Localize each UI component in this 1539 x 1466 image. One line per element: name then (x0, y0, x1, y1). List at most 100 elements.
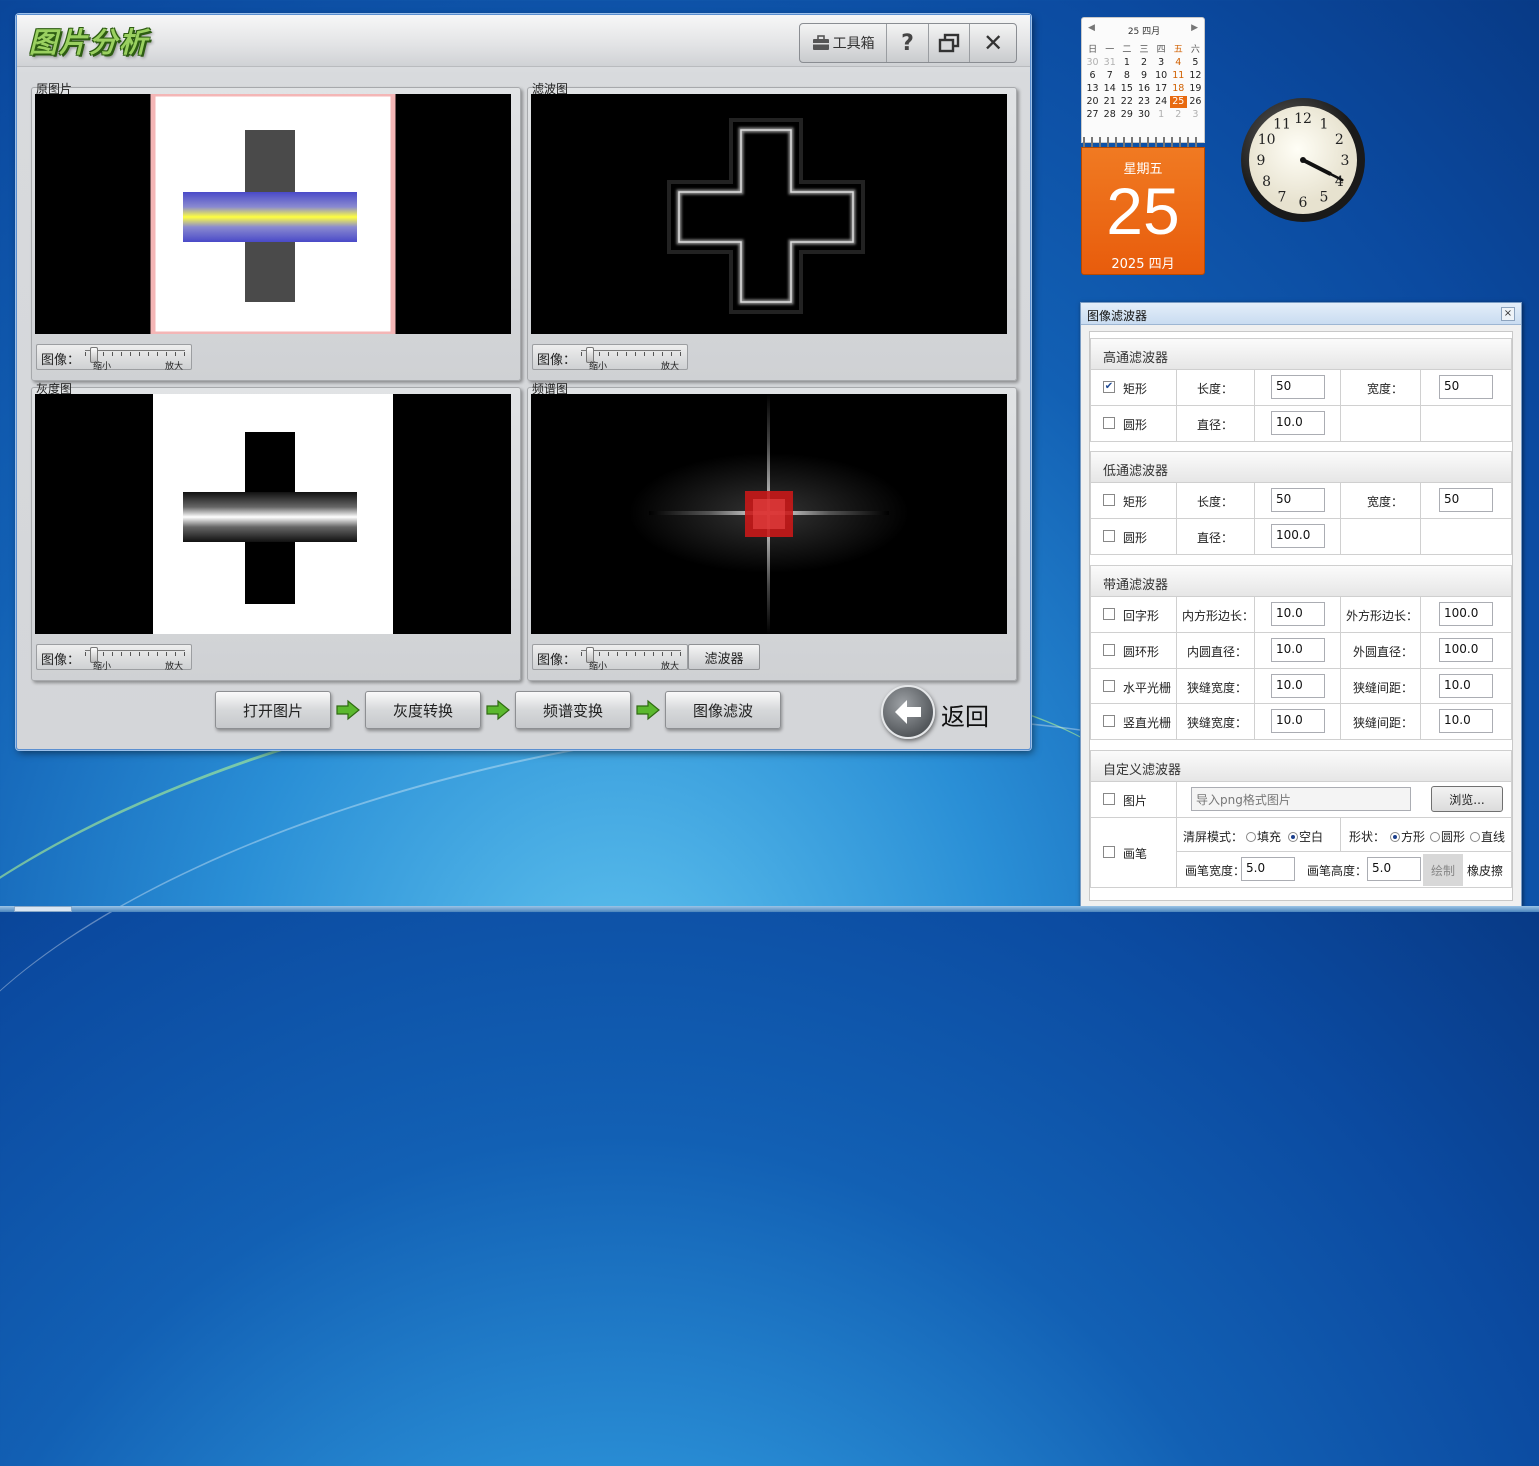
calendar-day-cell[interactable]: 3 (1187, 109, 1204, 121)
fill-radio-group[interactable]: 填充 (1245, 828, 1281, 845)
square-ring-inner-input[interactable]: 10.0 (1271, 602, 1325, 626)
hgrating-slit-width-input[interactable]: 10.0 (1271, 674, 1325, 698)
calendar-day-cell[interactable]: 22 (1118, 96, 1135, 108)
lowpass-diameter-input[interactable]: 100.0 (1271, 524, 1325, 548)
grayscale-convert-button[interactable]: 灰度转换 (365, 691, 481, 729)
calendar-day-cell[interactable]: 10 (1153, 70, 1170, 82)
square-ring-outer-input[interactable]: 100.0 (1439, 602, 1493, 626)
calendar-day-cell[interactable]: 25 (1169, 96, 1187, 108)
arrow-right-icon (486, 699, 510, 721)
blank-radio[interactable] (1288, 832, 1298, 842)
calendar-day-cell[interactable]: 23 (1135, 96, 1152, 108)
back-button[interactable]: 返回 (881, 683, 1001, 741)
blank-radio-group[interactable]: 空白 (1287, 828, 1323, 845)
calendar-day-cell[interactable]: 26 (1187, 96, 1204, 108)
calendar-day-cell[interactable]: 28 (1101, 109, 1118, 121)
vgrating-checkbox[interactable] (1103, 715, 1115, 727)
calendar-day-cell[interactable]: 6 (1084, 70, 1101, 82)
spectrum-transform-button[interactable]: 频谱变换 (515, 691, 631, 729)
calendar-day-cell[interactable]: 20 (1084, 96, 1101, 108)
image-filter-button[interactable]: 图像滤波 (665, 691, 781, 729)
calendar-day-cell[interactable]: 27 (1084, 109, 1101, 121)
line-radio-group[interactable]: 直线 (1469, 828, 1505, 845)
browse-button[interactable]: 浏览... (1431, 786, 1503, 812)
dialog-close-button[interactable]: × (1501, 307, 1515, 321)
square-radio-group[interactable]: 方形 (1389, 828, 1425, 845)
filter-button[interactable]: 滤波器 (688, 644, 760, 670)
calendar-day-cell[interactable]: 3 (1153, 57, 1170, 69)
calendar-day-cell[interactable]: 9 (1135, 70, 1152, 82)
highpass-width-input[interactable]: 50 (1439, 375, 1493, 399)
calendar-day-cell[interactable]: 17 (1153, 83, 1170, 95)
annulus-inner-input[interactable]: 10.0 (1271, 638, 1325, 662)
circle-radio[interactable] (1430, 832, 1440, 842)
highpass-rect-checkbox[interactable]: ✔ (1103, 381, 1115, 393)
vgrating-slit-width-input[interactable]: 10.0 (1271, 709, 1325, 733)
calendar-day-cell[interactable]: 15 (1118, 83, 1135, 95)
spectrum-image-canvas[interactable] (531, 394, 1007, 634)
calendar-day-cell[interactable]: 21 (1101, 96, 1118, 108)
square-ring-checkbox[interactable] (1103, 608, 1115, 620)
calendar-day-cell[interactable]: 19 (1187, 83, 1204, 95)
help-button[interactable]: ? (887, 24, 929, 62)
calendar-day-cell[interactable]: 31 (1101, 57, 1118, 69)
hgrating-checkbox[interactable] (1103, 680, 1115, 692)
calendar-day-cell[interactable]: 1 (1153, 109, 1170, 121)
png-path-input[interactable]: 导入png格式图片 (1191, 787, 1411, 811)
line-radio[interactable] (1470, 832, 1480, 842)
filtered-image-canvas[interactable] (531, 94, 1007, 334)
circle-radio-group[interactable]: 圆形 (1429, 828, 1465, 845)
line-label: 直线 (1481, 830, 1506, 844)
bandpass-hgrating-row: 水平光栅 狭缝宽度： 10.0 狭缝间距： 10.0 (1090, 669, 1512, 704)
calendar-day-cell[interactable]: 11 (1170, 70, 1187, 82)
taskbar-button[interactable] (14, 906, 72, 912)
calendar-day-cell[interactable]: 24 (1153, 96, 1170, 108)
calendar-day-cell[interactable]: 29 (1118, 109, 1135, 121)
draw-button[interactable]: 绘制 (1423, 854, 1463, 886)
calendar-day-cell[interactable]: 4 (1170, 57, 1187, 69)
highpass-circle-checkbox[interactable] (1103, 417, 1115, 429)
calendar-gadget[interactable]: ◀ 25 四月 ▶ 日一二三四五六 30 31 1 2 3 4 5 6 7 8 9 10 11 12 13 14… (1081, 17, 1205, 275)
annulus-checkbox[interactable] (1103, 644, 1115, 656)
section-header: 高通滤波器 (1090, 338, 1512, 370)
open-image-button[interactable]: 打开图片 (215, 691, 331, 729)
restore-button[interactable] (929, 24, 971, 62)
next-month-icon[interactable]: ▶ (1191, 23, 1198, 33)
grayscale-image-canvas[interactable] (35, 394, 511, 634)
calendar-day-cell[interactable]: 30 (1135, 109, 1152, 121)
calendar-day-cell[interactable]: 18 (1170, 83, 1187, 95)
custom-image-checkbox[interactable] (1103, 793, 1115, 805)
highpass-diameter-input[interactable]: 10.0 (1271, 411, 1325, 435)
lowpass-length-input[interactable]: 50 (1271, 488, 1325, 512)
calendar-day-cell[interactable]: 1 (1118, 57, 1135, 69)
calendar-day-cell[interactable]: 16 (1135, 83, 1152, 95)
close-button[interactable]: ✕ (970, 24, 1016, 62)
calendar-day-cell[interactable]: 7 (1101, 70, 1118, 82)
lowpass-width-input[interactable]: 50 (1439, 488, 1493, 512)
lowpass-circle-checkbox[interactable] (1103, 530, 1115, 542)
calendar-day-cell[interactable]: 2 (1135, 57, 1152, 69)
calendar-weekday-header: 五 (1173, 45, 1183, 55)
fill-radio[interactable] (1246, 832, 1256, 842)
calendar-day-cell[interactable]: 14 (1101, 83, 1118, 95)
annulus-outer-input[interactable]: 100.0 (1439, 638, 1493, 662)
square-radio[interactable] (1390, 832, 1400, 842)
calendar-day-cell[interactable]: 30 (1084, 57, 1101, 69)
eraser-button[interactable]: 橡皮擦 (1467, 862, 1503, 879)
brush-width-input[interactable]: 5.0 (1241, 857, 1295, 881)
calendar-day-cell[interactable]: 5 (1187, 57, 1204, 69)
vgrating-slit-gap-input[interactable]: 10.0 (1439, 709, 1493, 733)
clock-gadget[interactable]: 12 1234567891011 (1240, 97, 1366, 223)
custom-image-row: 图片 导入png格式图片 浏览... (1090, 782, 1512, 818)
hgrating-slit-gap-input[interactable]: 10.0 (1439, 674, 1493, 698)
original-image-canvas[interactable] (35, 94, 511, 334)
brush-height-input[interactable]: 5.0 (1367, 857, 1421, 881)
lowpass-rect-checkbox[interactable] (1103, 494, 1115, 506)
calendar-day-cell[interactable]: 12 (1187, 70, 1204, 82)
highpass-length-input[interactable]: 50 (1271, 375, 1325, 399)
brush-checkbox[interactable] (1103, 846, 1115, 858)
calendar-day-cell[interactable]: 8 (1118, 70, 1135, 82)
calendar-day-cell[interactable]: 2 (1170, 109, 1187, 121)
calendar-day-cell[interactable]: 13 (1084, 83, 1101, 95)
toolbox-button[interactable]: 工具箱 (800, 24, 888, 62)
